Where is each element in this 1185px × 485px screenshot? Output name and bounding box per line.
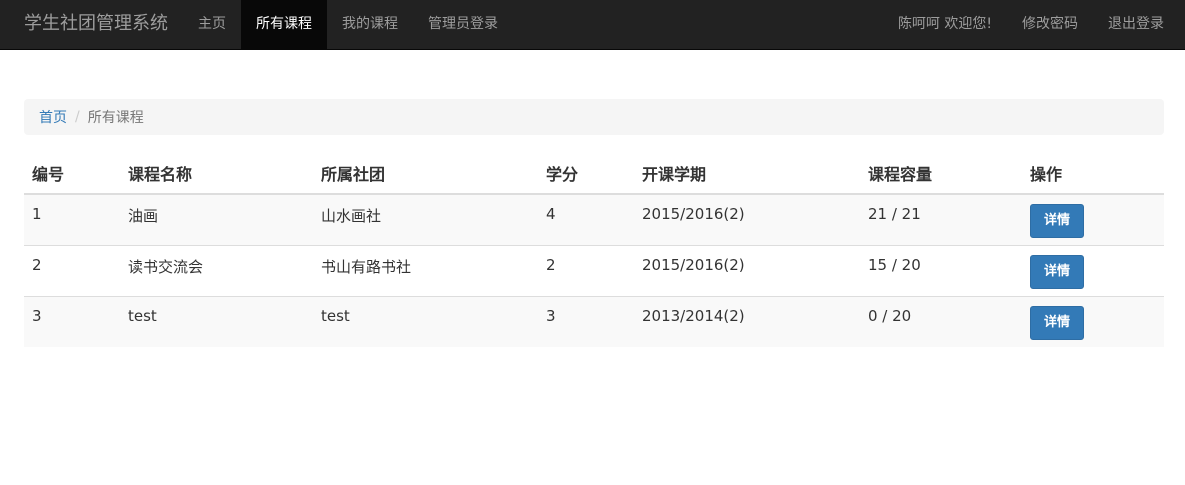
cell-id: 2 — [24, 244, 120, 296]
nav-admin-login[interactable]: 管理员登录 — [413, 0, 513, 50]
cell-id: 1 — [24, 194, 120, 245]
breadcrumb: 首页 / 所有课程 — [24, 99, 1164, 135]
change-password-link[interactable]: 修改密码 — [1007, 0, 1093, 50]
cell-club: 山水画社 — [313, 194, 538, 245]
cell-club: 书山有路书社 — [313, 244, 538, 296]
table-row: 2 读书交流会 书山有路书社 2 2015/2016(2) 15 / 20 详情 — [24, 244, 1164, 296]
nav-all-courses[interactable]: 所有课程 — [241, 0, 327, 50]
table-body: 1 油画 山水画社 4 2015/2016(2) 21 / 21 详情 2 读书… — [24, 194, 1164, 347]
nav-home[interactable]: 主页 — [183, 0, 241, 50]
cell-action: 详情 — [1022, 194, 1164, 245]
cell-course-name: 读书交流会 — [120, 244, 313, 296]
cell-term: 2013/2014(2) — [634, 295, 860, 347]
brand-title[interactable]: 学生社团管理系统 — [24, 0, 168, 50]
user-welcome[interactable]: 陈呵呵 欢迎您! — [883, 0, 1007, 50]
header-credit: 学分 — [538, 153, 634, 195]
nav-my-courses[interactable]: 我的课程 — [327, 0, 413, 50]
detail-button[interactable]: 详情 — [1030, 305, 1084, 340]
table-row: 1 油画 山水画社 4 2015/2016(2) 21 / 21 详情 — [24, 194, 1164, 245]
cell-term: 2015/2016(2) — [634, 244, 860, 296]
course-table: 编号 课程名称 所属社团 学分 开课学期 课程容量 操作 1 油画 山水画社 4… — [24, 153, 1164, 347]
table-header: 编号 课程名称 所属社团 学分 开课学期 课程容量 操作 — [24, 153, 1164, 195]
detail-button[interactable]: 详情 — [1030, 204, 1084, 238]
cell-action: 详情 — [1022, 295, 1164, 347]
cell-credit: 4 — [538, 194, 634, 245]
header-capacity: 课程容量 — [860, 153, 1022, 195]
header-id: 编号 — [24, 153, 120, 195]
breadcrumb-home-link[interactable]: 首页 — [39, 107, 67, 127]
cell-action: 详情 — [1022, 244, 1164, 296]
cell-capacity: 15 / 20 — [860, 244, 1022, 296]
main-nav: 主页 所有课程 我的课程 管理员登录 — [183, 0, 513, 50]
cell-course-name: test — [120, 295, 313, 347]
cell-club: test — [313, 295, 538, 347]
cell-credit: 2 — [538, 244, 634, 296]
detail-button[interactable]: 详情 — [1030, 254, 1084, 289]
cell-id: 3 — [24, 295, 120, 347]
breadcrumb-current: 所有课程 — [87, 110, 144, 126]
header-row: 编号 课程名称 所属社团 学分 开课学期 课程容量 操作 — [24, 153, 1164, 195]
logout-link[interactable]: 退出登录 — [1093, 0, 1179, 50]
header-club: 所属社团 — [313, 153, 538, 195]
cell-capacity: 21 / 21 — [860, 194, 1022, 245]
cell-term: 2015/2016(2) — [634, 194, 860, 245]
breadcrumb-separator: / — [75, 109, 80, 125]
table-row: 3 test test 3 2013/2014(2) 0 / 20 详情 — [24, 295, 1164, 347]
header-course-name: 课程名称 — [120, 153, 313, 195]
header-term: 开课学期 — [634, 153, 860, 195]
header-action: 操作 — [1022, 153, 1164, 195]
top-navbar: 学生社团管理系统 主页 所有课程 我的课程 管理员登录 陈呵呵 欢迎您! 修改密… — [0, 0, 1185, 50]
cell-credit: 3 — [538, 295, 634, 347]
user-nav: 陈呵呵 欢迎您! 修改密码 退出登录 — [883, 0, 1179, 50]
cell-course-name: 油画 — [120, 194, 313, 245]
cell-capacity: 0 / 20 — [860, 295, 1022, 347]
